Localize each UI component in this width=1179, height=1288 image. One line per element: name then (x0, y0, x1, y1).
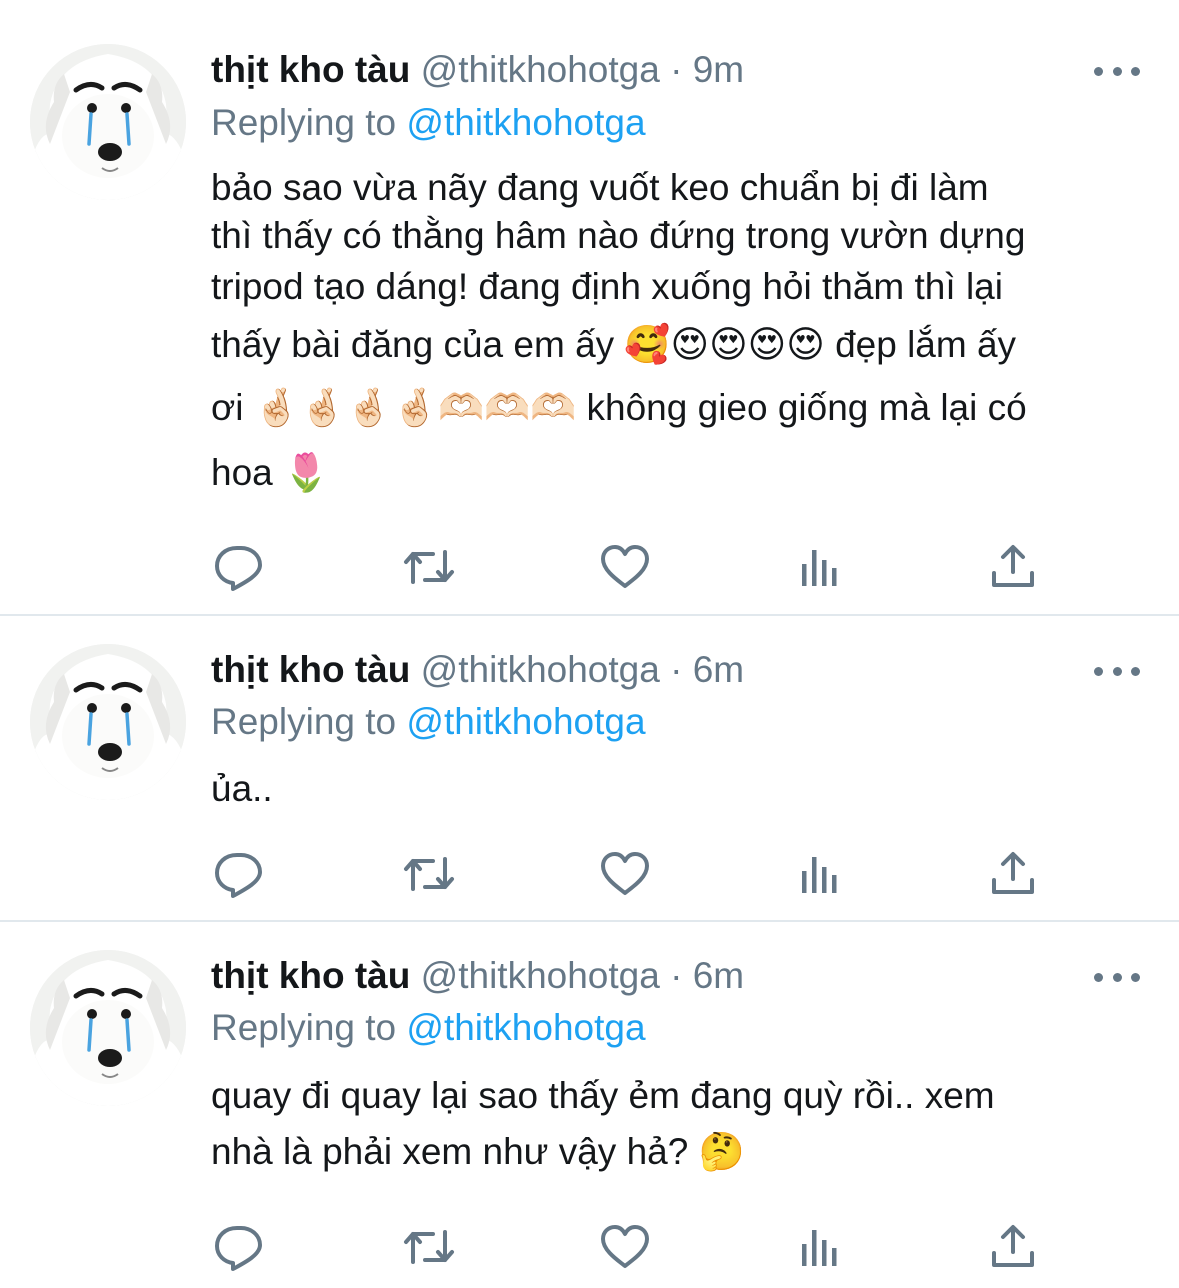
reply-mention-link[interactable]: @thitkhohotga (406, 102, 645, 143)
reply-icon[interactable] (213, 542, 265, 592)
timestamp[interactable]: 6m (693, 955, 744, 996)
tweet-actions (211, 542, 1051, 592)
avatar[interactable] (30, 950, 186, 1106)
analytics-icon[interactable] (794, 1222, 846, 1272)
display-name[interactable]: thịt kho tàu (211, 49, 410, 90)
reply-context: Replying to @thitkhohotga (211, 1003, 646, 1053)
more-options-icon[interactable] (1094, 64, 1140, 78)
tweet-text-line: thấy bài đăng của em ấy 🥰😍😍😍😍 đẹp lắm ấy (211, 324, 1017, 365)
tweet-actions (211, 849, 1051, 899)
like-icon[interactable] (599, 542, 651, 592)
tweet-text: quay đi quay lại sao thấy ẻm đang quỳ rồ… (211, 1068, 1141, 1180)
timestamp[interactable]: 9m (693, 49, 744, 90)
avatar[interactable] (30, 644, 186, 800)
tweet-divider (0, 920, 1179, 922)
tweet-text-line: thì thấy có thằng hâm nào đứng trong vườ… (211, 215, 1026, 256)
tweet-text: bảo sao vừa nãy đang vuốt keo chuẩn bị đ… (211, 164, 1141, 506)
more-options-icon[interactable] (1094, 664, 1140, 678)
more-options-icon[interactable] (1094, 970, 1140, 984)
analytics-icon[interactable] (794, 849, 846, 899)
tweet-text-line: ủa.. (211, 768, 273, 809)
display-name[interactable]: thịt kho tàu (211, 649, 410, 690)
reply-prefix: Replying to (211, 701, 397, 742)
reply-mention-link[interactable]: @thitkhohotga (406, 701, 645, 742)
separator-dot: · (670, 49, 683, 90)
username[interactable]: @thitkhohotga (421, 955, 660, 996)
username[interactable]: @thitkhohotga (421, 649, 660, 690)
tweet-header: thịt kho tàu @thitkhohotga · 6m (211, 644, 744, 696)
reply-prefix: Replying to (211, 1007, 397, 1048)
tweet-text: ủa.. (211, 764, 1141, 814)
share-icon[interactable] (987, 542, 1039, 592)
timestamp[interactable]: 6m (693, 649, 744, 690)
tweet-text-line: hoa 🌷 (211, 452, 330, 493)
tweet-text-line: bảo sao vừa nãy đang vuốt keo chuẩn bị đ… (211, 167, 989, 208)
separator-dot: · (670, 649, 683, 690)
tweet-actions (211, 1222, 1051, 1272)
tweet-header: thịt kho tàu @thitkhohotga · 9m (211, 44, 744, 96)
tweet-text-line: tripod tạo dáng! đang định xuống hỏi thă… (211, 266, 1003, 307)
separator-dot: · (670, 955, 683, 996)
tweet-text-line: ơi 🤞🏻🤞🏻🤞🏻🤞🏻🫶🏻🫶🏻🫶🏻 không gieo giống mà lạ… (211, 387, 1027, 428)
avatar[interactable] (30, 44, 186, 200)
reply-context: Replying to @thitkhohotga (211, 697, 646, 747)
retweet-icon[interactable] (403, 1222, 455, 1272)
display-name[interactable]: thịt kho tàu (211, 955, 410, 996)
username[interactable]: @thitkhohotga (421, 49, 660, 90)
reply-mention-link[interactable]: @thitkhohotga (406, 1007, 645, 1048)
like-icon[interactable] (599, 1222, 651, 1272)
retweet-icon[interactable] (403, 542, 455, 592)
tweet-header: thịt kho tàu @thitkhohotga · 6m (211, 950, 744, 1002)
retweet-icon[interactable] (403, 849, 455, 899)
like-icon[interactable] (599, 849, 651, 899)
tweet-text-line: quay đi quay lại sao thấy ẻm đang quỳ rồ… (211, 1075, 995, 1116)
reply-icon[interactable] (213, 849, 265, 899)
analytics-icon[interactable] (794, 542, 846, 592)
share-icon[interactable] (987, 1222, 1039, 1272)
reply-icon[interactable] (213, 1222, 265, 1272)
tweet-divider (0, 614, 1179, 616)
reply-prefix: Replying to (211, 102, 397, 143)
reply-context: Replying to @thitkhohotga (211, 98, 646, 148)
share-icon[interactable] (987, 849, 1039, 899)
tweet-text-line: nhà là phải xem như vậy hả? 🤔 (211, 1131, 745, 1172)
